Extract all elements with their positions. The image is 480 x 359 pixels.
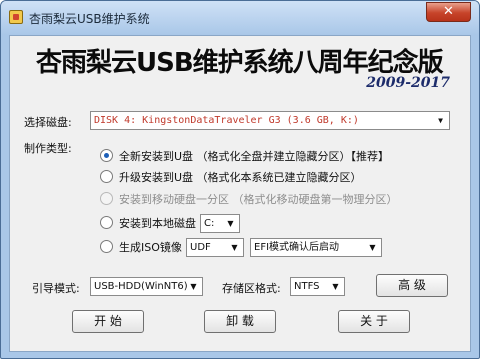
radio-iso-image[interactable]: [100, 240, 113, 253]
boot-mode-label: 引导模式:: [32, 282, 80, 295]
chevron-down-icon: ▼: [190, 282, 197, 291]
chevron-down-icon: ▼: [438, 116, 443, 125]
app-logo-icon: [9, 10, 23, 24]
local-disk-select[interactable]: C: ▼: [200, 214, 240, 233]
option-upgrade-install-label: 升级安装到U盘 （格式化本系统已建立隐藏分区）: [119, 171, 362, 184]
chevron-down-icon: ▼: [369, 243, 376, 252]
storage-format-label: 存储区格式:: [222, 282, 281, 295]
iso-boot-select-value: EFI模式确认后启动: [254, 242, 340, 253]
storage-format-select[interactable]: NTFS ▼: [290, 277, 345, 296]
radio-fresh-install[interactable]: [100, 149, 113, 162]
main-panel: 杏雨梨云USB维护系统八周年纪念版 2009-2017 选择磁盘: DISK 4…: [9, 35, 471, 352]
title-bar[interactable]: 杏雨梨云USB维护系统 ✕: [1, 1, 479, 35]
radio-upgrade-install[interactable]: [100, 170, 113, 183]
local-disk-select-value: C:: [204, 218, 215, 229]
disk-label: 选择磁盘:: [24, 116, 72, 129]
start-button[interactable]: 开 始: [72, 310, 144, 333]
iso-format-select-value: UDF: [190, 242, 211, 253]
uninstall-button[interactable]: 卸 载: [204, 310, 276, 333]
close-button[interactable]: ✕: [426, 2, 471, 22]
option-local-disk-label: 安装到本地磁盘: [119, 217, 196, 230]
option-fresh-install-label: 全新安装到U盘 （格式化全盘并建立隐藏分区）【推荐】: [119, 150, 390, 163]
option-iso-image-label: 生成ISO镜像: [119, 241, 182, 254]
banner-title: 杏雨梨云USB维护系统八周年纪念版: [36, 48, 444, 78]
boot-mode-select[interactable]: USB-HDD(WinNT6) ▼: [90, 277, 203, 296]
iso-boot-select[interactable]: EFI模式确认后启动 ▼: [250, 238, 382, 257]
radio-local-disk[interactable]: [100, 216, 113, 229]
option-mobile-disk-label: 安装到移动硬盘一分区 （格式化移动硬盘第一物理分区）: [119, 193, 398, 206]
app-window: 杏雨梨云USB维护系统 ✕ 杏雨梨云USB维护系统八周年纪念版 2009-201…: [0, 0, 480, 359]
disk-select[interactable]: DISK 4: KingstonDataTraveler G3 (3.6 GB,…: [90, 111, 450, 130]
iso-format-select[interactable]: UDF ▼: [186, 238, 244, 257]
about-button[interactable]: 关 于: [338, 310, 410, 333]
radio-mobile-disk: [100, 192, 113, 205]
chevron-down-icon: ▼: [231, 243, 238, 252]
disk-select-value: DISK 4: KingstonDataTraveler G3 (3.6 GB,…: [94, 115, 359, 126]
banner: 杏雨梨云USB维护系统八周年纪念版 2009-2017: [10, 36, 470, 96]
storage-format-select-value: NTFS: [294, 281, 320, 292]
chevron-down-icon: ▼: [227, 219, 234, 228]
chevron-down-icon: ▼: [332, 282, 339, 291]
boot-mode-select-value: USB-HDD(WinNT6): [94, 281, 188, 292]
banner-years: 2009-2017: [366, 75, 450, 91]
window-title: 杏雨梨云USB维护系统: [29, 12, 150, 26]
advanced-button[interactable]: 高 级: [376, 274, 448, 297]
make-type-label: 制作类型:: [24, 142, 72, 155]
